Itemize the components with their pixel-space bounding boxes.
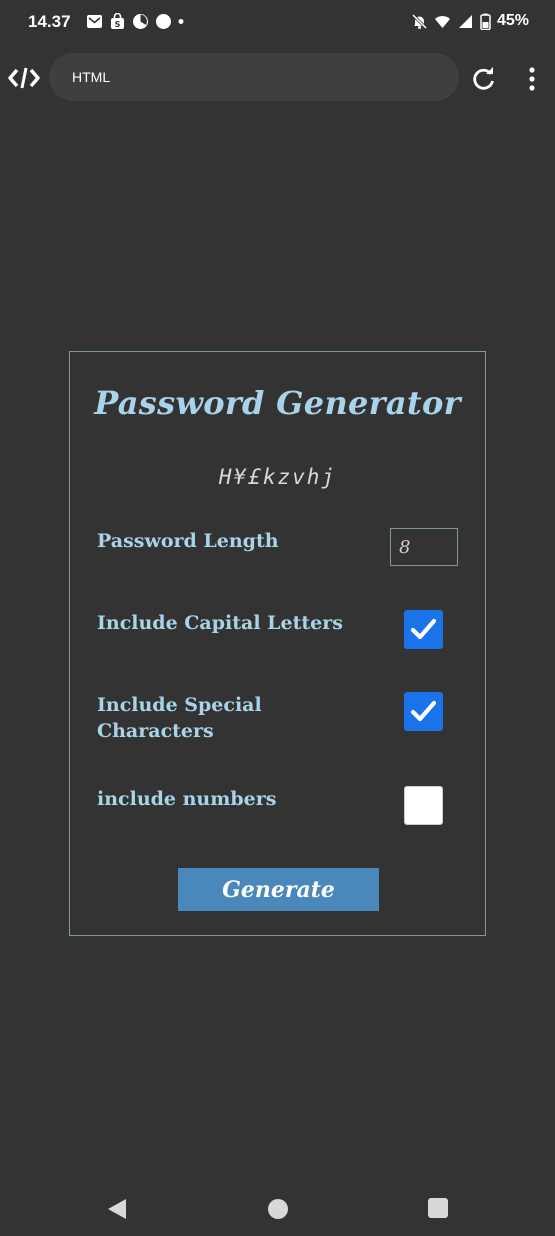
special-characters-label-line1: Include Special [97,694,262,716]
overflow-menu-icon[interactable] [520,65,544,93]
shopping-bag-icon: S [111,13,124,29]
password-generator-card: Password Generator H¥£kzvhj Password Len… [69,351,486,936]
special-characters-checkbox[interactable] [404,692,443,731]
gmail-icon [87,15,102,28]
battery-percentage: 45% [496,12,529,29]
special-characters-label-line2: Characters [97,720,214,742]
circle-app-icon [156,14,171,29]
reload-icon[interactable] [470,65,498,93]
system-icons: 45% [411,12,529,30]
svg-text:S: S [115,20,121,29]
more-notifications-dot-icon [178,19,184,24]
notification-icons: S [86,13,184,30]
numbers-label: include numbers [97,788,277,810]
capital-letters-checkbox[interactable] [404,610,443,649]
status-bar: 14.37 S 45% [0,0,555,44]
card-title: Password Generator [94,384,461,422]
battery-icon [480,13,491,30]
phone-screen: 14.37 S 45% HTML Password Generator H¥£k… [0,0,555,1236]
special-characters-label: Include Special Characters [97,692,262,744]
wifi-icon [434,15,450,28]
nav-home-icon[interactable] [268,1199,288,1219]
code-editor-app-icon[interactable] [8,64,40,92]
mute-bell-icon [411,13,428,29]
numbers-checkbox[interactable] [404,786,443,825]
generated-password: H¥£kzvhj [218,465,337,489]
checkmark-icon [410,618,437,640]
nav-back-icon[interactable] [106,1197,128,1221]
checkmark-icon [410,700,437,722]
url-bar[interactable]: HTML [49,53,459,101]
password-length-input[interactable] [390,528,458,566]
capital-letters-label: Include Capital Letters [97,612,343,634]
browser-toolbar: HTML [0,50,555,106]
generate-button[interactable]: Generate [178,868,379,911]
status-time: 14.37 [28,12,71,31]
cell-signal-icon [458,14,472,28]
password-length-label: Password Length [97,530,279,552]
url-text: HTML [72,69,111,85]
pie-app-icon [133,14,148,29]
nav-recent-apps-icon[interactable] [428,1198,448,1218]
